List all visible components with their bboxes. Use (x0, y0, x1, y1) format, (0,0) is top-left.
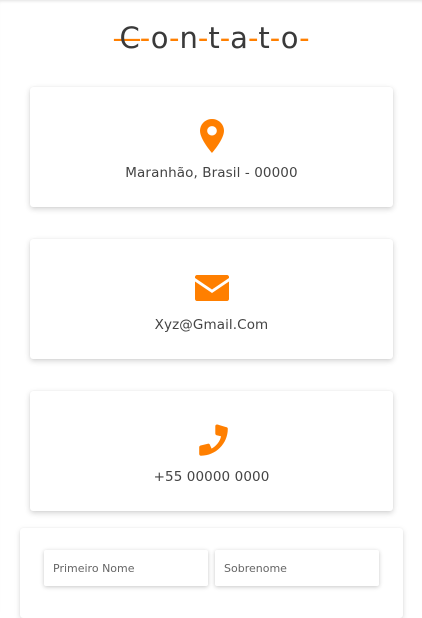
title-letter: o (150, 21, 169, 55)
phone-icon (192, 423, 232, 457)
title-letter: n (179, 21, 198, 55)
title-letter: a (230, 21, 248, 55)
title-letter: o (280, 21, 300, 55)
title-letter: C (119, 21, 140, 55)
title-letter: t (258, 21, 270, 55)
title-letter: t (208, 21, 220, 55)
last-name-field[interactable] (215, 550, 379, 586)
first-name-field[interactable] (44, 550, 208, 586)
page-title: —C-o-n-t-a-t-o- (112, 21, 310, 55)
location-card: Maranhão, Brasil - 00000 (30, 87, 393, 207)
phone-card: +55 00000 0000 (30, 391, 393, 511)
envelope-icon (192, 271, 232, 305)
phone-text: +55 00000 0000 (153, 469, 270, 485)
location-text: Maranhão, Brasil - 00000 (125, 165, 298, 181)
email-card: Xyz@Gmail.Com (30, 239, 393, 359)
email-text: Xyz@Gmail.Com (154, 317, 269, 333)
contact-form (20, 528, 403, 618)
map-pin-icon (192, 119, 232, 153)
